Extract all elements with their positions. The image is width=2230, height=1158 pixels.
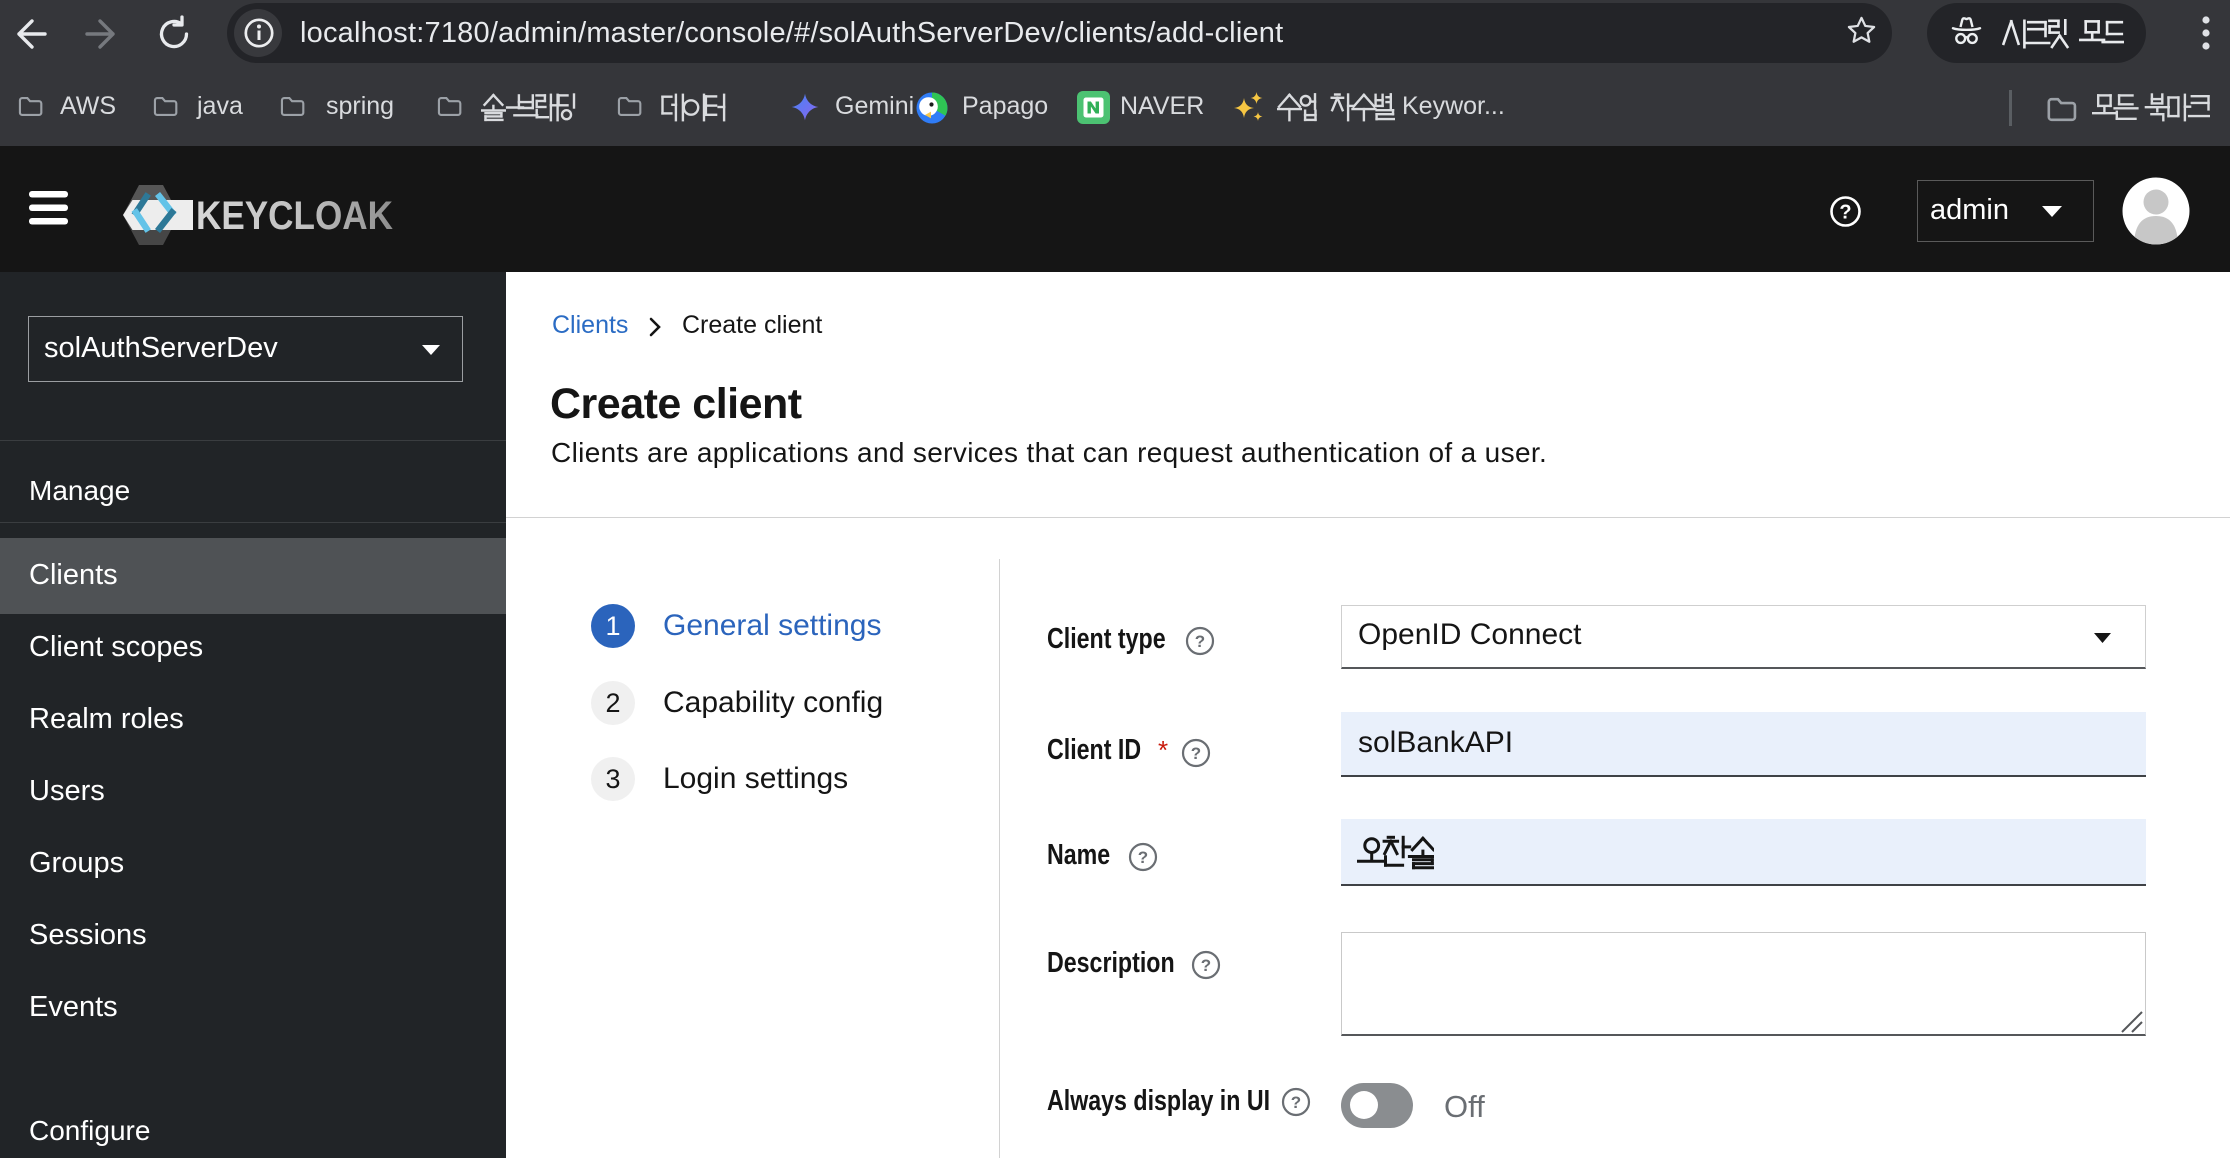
svg-text:?: ?	[1291, 1093, 1301, 1112]
svg-text:?: ?	[1839, 202, 1851, 224]
svg-text:?: ?	[1195, 632, 1205, 651]
svg-text:?: ?	[1138, 848, 1148, 867]
svg-text:?: ?	[1201, 956, 1211, 975]
svg-text:?: ?	[1191, 744, 1201, 763]
svg-text:KEYCLOAK: KEYCLOAK	[196, 194, 393, 238]
